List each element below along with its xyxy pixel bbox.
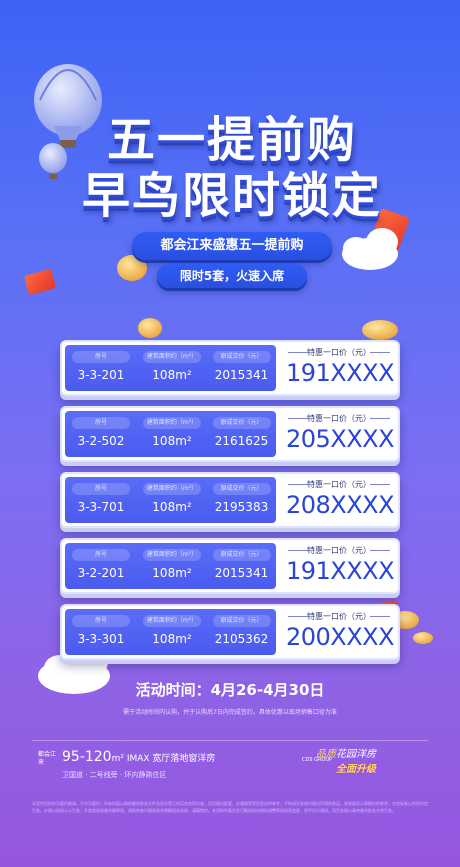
room-label: 房号	[72, 549, 130, 561]
original-cell: 原成交价（元） 2161625	[207, 411, 276, 457]
room-value: 3-3-301	[77, 632, 125, 646]
special-price-value: 205XXXX	[285, 425, 395, 453]
original-label: 原成交价（元）	[212, 549, 271, 561]
red-envelope-icon	[24, 269, 56, 295]
original-value: 2195383	[214, 500, 269, 514]
unit-info: 房号 3-3-201 建筑面积约（m²） 108m² 原成交价（元） 2015341	[65, 345, 276, 391]
footer-divider	[32, 740, 428, 741]
room-value: 3-3-701	[77, 500, 125, 514]
headline-line-1: 五一提前购	[106, 112, 357, 168]
unit-info: 房号 3-3-701 建筑面积约（m²） 108m² 原成交价（元） 2195383	[65, 477, 276, 523]
area-cell: 建筑面积约（m²） 108m²	[137, 411, 207, 457]
area-cell: 建筑面积约（m²） 108m²	[137, 477, 207, 523]
footer-area: 95-120m² IMAX 宽厅落地窗洋房	[62, 749, 215, 765]
original-label: 原成交价（元）	[212, 417, 271, 429]
unit-info: 房号 3-2-502 建筑面积约（m²） 108m² 原成交价（元） 2161625	[65, 411, 276, 457]
area-cell: 建筑面积约（m²） 108m²	[137, 609, 207, 655]
original-cell: 原成交价（元） 2015341	[207, 543, 276, 589]
logo-script-text: 花园洋房	[336, 749, 376, 760]
room-cell: 房号 3-3-201	[65, 345, 137, 391]
location-highlights: 卫国道 · 二号线旁 · 环内静熟住区	[62, 771, 167, 779]
area-label: 建筑面积约（m²）	[143, 615, 201, 627]
area-label: 建筑面积约（m²）	[143, 483, 201, 495]
unit-info: 房号 3-3-301 建筑面积约（m²） 108m² 原成交价（元） 2105362	[65, 609, 276, 655]
logo-main-text: 品质	[316, 749, 336, 760]
special-price-value: 200XXXX	[285, 623, 395, 651]
logo-sub-text: 全面升级	[336, 764, 376, 775]
headline-line-2: 早鸟限时锁定	[82, 168, 383, 224]
original-cell: 原成交价（元） 2105362	[207, 609, 276, 655]
area-cell: 建筑面积约（m²） 108m²	[137, 345, 207, 391]
original-cell: 原成交价（元） 2015341	[207, 345, 276, 391]
original-cell: 原成交价（元） 2195383	[207, 477, 276, 523]
cloud-icon	[342, 228, 398, 270]
room-cell: 房号 3-3-301	[65, 609, 137, 655]
room-value: 3-3-201	[77, 368, 125, 382]
area-value: 108m²	[152, 368, 192, 382]
area-description: m² IMAX 宽厅落地窗洋房	[111, 754, 216, 764]
original-label: 原成交价（元）	[212, 615, 271, 627]
room-label: 房号	[72, 351, 130, 363]
price-card: 房号 3-2-201 建筑面积约（m²） 108m² 原成交价（元） 2015341 特惠一…	[60, 538, 400, 594]
limit-tag: 限时5套，火速入席	[157, 264, 307, 288]
hot-air-balloon-small-icon	[39, 143, 67, 179]
original-value: 2161625	[214, 434, 269, 448]
original-value: 2105362	[214, 632, 269, 646]
poster: 五一提前购 早鸟限时锁定 都会江来盛惠五一提前购 限时5套，火速入席 房号 3-3…	[0, 0, 460, 867]
room-label: 房号	[72, 615, 130, 627]
area-value: 108m²	[152, 434, 192, 448]
room-label: 房号	[72, 483, 130, 495]
special-price-value: 191XXXX	[285, 359, 395, 387]
room-cell: 房号 3-3-701	[65, 477, 137, 523]
room-cell: 房号 3-2-502	[65, 411, 137, 457]
activity-time: 活动时间：4月26-4月30日	[135, 681, 325, 699]
original-label: 原成交价（元）	[212, 351, 271, 363]
project-brand: 都会江来	[38, 751, 57, 766]
disclaimer: 需于活动时间内认购，并于认购后7日内完成签约，具体优惠以现场销售口径为准	[123, 709, 337, 716]
special-price-value: 208XXXX	[285, 491, 395, 519]
price-card: 房号 3-3-201 建筑面积约（m²） 108m² 原成交价（元） 2015341 特惠一…	[60, 340, 400, 396]
area-cell: 建筑面积约（m²） 108m²	[137, 543, 207, 589]
area-label: 建筑面积约（m²）	[143, 351, 201, 363]
coin-icon	[413, 632, 433, 644]
area-value: 108m²	[152, 632, 192, 646]
room-value: 3-2-201	[77, 566, 125, 580]
headline: 五一提前购 早鸟限时锁定	[82, 112, 382, 224]
price-card: 房号 3-3-301 建筑面积约（m²） 108m² 原成交价（元） 2105362 特惠一…	[60, 604, 400, 660]
special-price-value: 191XXXX	[285, 557, 395, 585]
price-card: 房号 3-2-502 建筑面积约（m²） 108m² 原成交价（元） 2161625 特惠一…	[60, 406, 400, 462]
unit-info: 房号 3-2-201 建筑面积约（m²） 108m² 原成交价（元） 2015341	[65, 543, 276, 589]
coin-icon	[138, 318, 162, 338]
original-value: 2015341	[214, 368, 269, 382]
area-value: 108m²	[152, 500, 192, 514]
room-cell: 房号 3-2-201	[65, 543, 137, 589]
area-label: 建筑面积约（m²）	[143, 417, 201, 429]
area-label: 建筑面积约（m²）	[143, 549, 201, 561]
logo-main: 品质花园洋房	[316, 745, 376, 760]
original-value: 2015341	[214, 566, 269, 580]
promo-tag: 都会江来盛惠五一提前购	[132, 232, 332, 260]
brand-logo: CDS GROUP 品质花园洋房 全面升级	[302, 745, 432, 781]
area-value: 108m²	[152, 566, 192, 580]
original-label: 原成交价（元）	[212, 483, 271, 495]
coin-icon	[362, 320, 398, 340]
room-value: 3-2-502	[77, 434, 125, 448]
area-range: 95-120	[62, 749, 112, 765]
legal-text: 本宣传资料仅为要约邀请，不作为要约，所有内容以政府最终批准文件及双方签订的买卖合…	[32, 801, 428, 813]
price-card: 房号 3-3-701 建筑面积约（m²） 108m² 原成交价（元） 2195383 特惠一…	[60, 472, 400, 528]
room-label: 房号	[72, 417, 130, 429]
